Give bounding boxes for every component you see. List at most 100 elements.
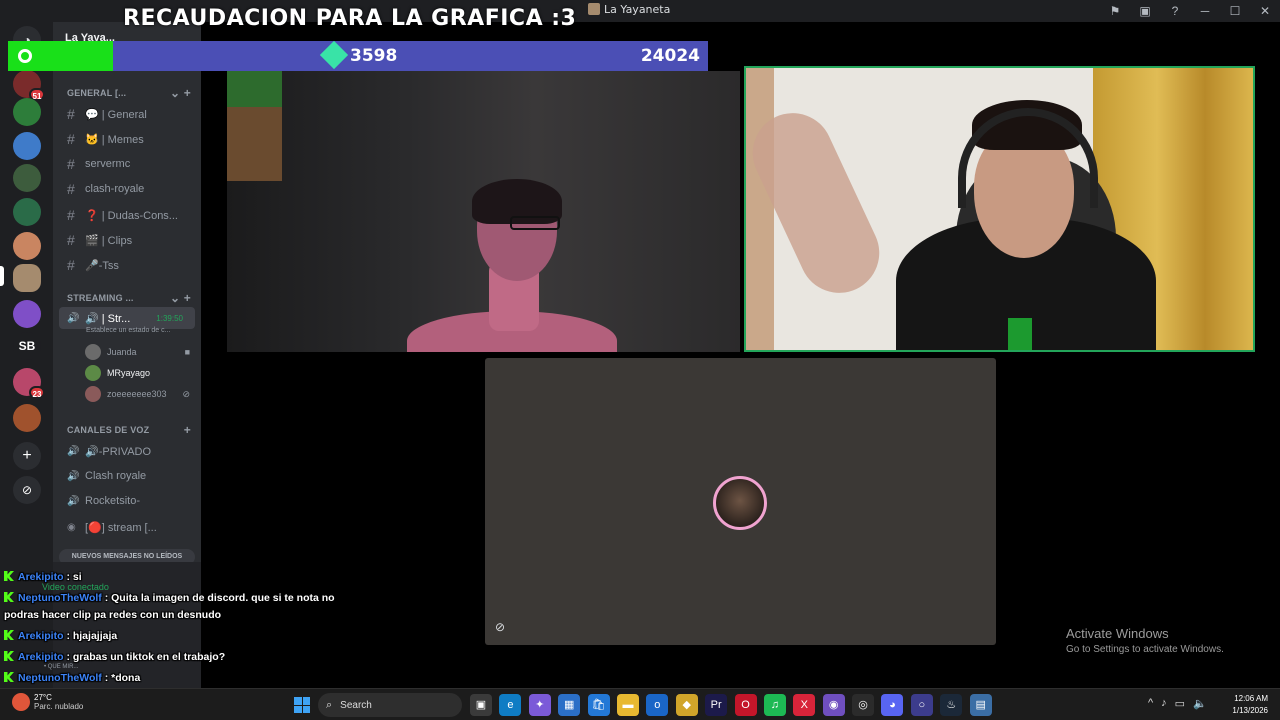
task-view-icon-glyph: ▣ — [475, 699, 487, 711]
video-tile-juanda[interactable] — [227, 71, 740, 352]
calendar-icon[interactable]: ▦ — [558, 694, 581, 716]
calculator-icon[interactable]: ▤ — [969, 694, 992, 716]
clock-time: 12:06 AM — [1234, 694, 1268, 703]
screen-icon[interactable]: ▣ — [1130, 4, 1160, 18]
window-title: La Yayaneta — [588, 3, 670, 16]
folder-icon[interactable]: ▬ — [616, 694, 639, 716]
server-icon[interactable]: 51 — [13, 70, 45, 101]
discord-icon-glyph: ◕ — [889, 699, 896, 711]
store-icon[interactable]: 🛍 — [587, 694, 610, 716]
voice-member[interactable]: Juanda ■ — [85, 342, 190, 362]
server-icon[interactable] — [13, 198, 41, 226]
help-icon[interactable]: ? — [1160, 4, 1190, 18]
network-icon[interactable]: ▭ — [1175, 697, 1185, 710]
channel-clips[interactable]: # 🎬 | Clips — [59, 229, 195, 251]
voice-tile-avatar[interactable]: ⊘ — [485, 358, 996, 645]
server-folder[interactable] — [13, 404, 41, 432]
volume-icon[interactable]: 🔈 — [1193, 697, 1207, 710]
obs-icon[interactable]: ◎ — [852, 694, 875, 716]
camera-icon: ■ — [184, 347, 190, 357]
hash-icon: # — [67, 207, 75, 223]
discover-icon[interactable]: ⊘ — [13, 476, 41, 504]
hash-icon: # — [67, 257, 75, 273]
add-channel-icon[interactable]: ⌄ + — [170, 86, 191, 100]
channel-general[interactable]: # 💬 | General — [59, 103, 195, 125]
store-icon-glyph: 🛍 — [591, 699, 606, 711]
copilot-icon[interactable]: ✦ — [528, 694, 551, 716]
calculator-icon-glyph: ▤ — [975, 699, 986, 711]
game-icon[interactable]: ◉ — [822, 694, 845, 716]
server-icon[interactable] — [13, 232, 41, 260]
add-channel-icon[interactable]: + — [184, 423, 191, 437]
steam-icon[interactable]: ♨ — [940, 694, 963, 716]
avatar — [85, 365, 101, 381]
game-icon-glyph: ◉ — [828, 699, 839, 711]
system-tray: ^ ♪ ▭ 🔈 — [1148, 697, 1215, 710]
voice-status-hint[interactable]: Establece un estado de c... — [86, 327, 170, 334]
channel-servermc[interactable]: # servermc — [59, 153, 195, 175]
server-icon[interactable] — [13, 132, 41, 160]
chevron-up-icon[interactable]: ^ — [1148, 697, 1153, 710]
hash-icon: # — [67, 106, 75, 122]
goal-current: 3598 — [350, 46, 398, 66]
opera-icon[interactable]: O — [734, 694, 757, 716]
voice-member[interactable]: MRyayago — [85, 363, 190, 383]
voice-channel-clash-royale[interactable]: 🔊 Clash royale — [59, 465, 195, 487]
discord-icon[interactable]: ◕ — [881, 694, 904, 716]
background-poster — [227, 71, 282, 107]
inbox-icon[interactable]: ⚑ — [1100, 4, 1130, 18]
spotify-icon[interactable]: ♫ — [763, 694, 786, 716]
activate-windows-watermark: Activate Windows Go to Settings to activ… — [1066, 626, 1224, 655]
category-voice[interactable]: CANALES DE VOZ + — [67, 423, 191, 437]
xmind-icon[interactable]: X — [793, 694, 816, 716]
weather-widget[interactable]: 27°C Parc. nublado — [12, 693, 83, 711]
microphone — [1008, 318, 1032, 350]
minimize-button[interactable]: ─ — [1190, 4, 1220, 18]
voice-channel-rocketsito[interactable]: 🔊 Rocketsito- — [59, 490, 195, 512]
server-icon[interactable] — [13, 164, 41, 192]
voice-channel-stream-active[interactable]: 🔊 🔊 | Str... 1:39:50 — [59, 307, 195, 329]
category-general[interactable]: GENERAL [... ⌄ + — [67, 86, 191, 100]
server-icon-active[interactable] — [13, 264, 41, 292]
speaker-icon: 🔊 — [67, 312, 80, 324]
opera-icon-glyph: O — [741, 699, 750, 711]
stage-channel-stream[interactable]: ◉ [🔴] stream [... — [59, 516, 195, 538]
speaker-icon: 🔊 — [67, 495, 80, 507]
start-button[interactable] — [294, 697, 310, 713]
channel-clash-royale[interactable]: # clash-royale — [59, 178, 195, 200]
category-streaming[interactable]: STREAMING ... ⌄ + — [67, 291, 191, 305]
avatar — [85, 386, 101, 402]
server-icon[interactable] — [13, 300, 41, 328]
task-view-icon[interactable]: ▣ — [470, 694, 492, 716]
mic-icon[interactable]: ♪ — [1161, 697, 1167, 710]
hash-icon: # — [67, 131, 75, 147]
voice-member[interactable]: zoeeeeeee303 ⊘ — [85, 384, 190, 404]
spotify-icon-glyph: ♫ — [770, 699, 780, 711]
search-icon: ⌕ — [326, 698, 333, 711]
channel-tss[interactable]: # 🎤-Tss — [59, 254, 195, 276]
clock[interactable]: 12:06 AM 1/13/2026 — [1232, 693, 1268, 717]
weather-temp: 27°C — [34, 693, 52, 702]
taskbar: 27°C Parc. nublado ⌕ Search ▣ e ✦ ▦ 🛍 ▬ o ◆ Pr O ♫ X… — [0, 688, 1280, 720]
maximize-button[interactable]: ☐ — [1220, 4, 1250, 18]
channel-dudas[interactable]: # ❓ | Dudas-Cons... — [59, 204, 195, 226]
outlook-icon[interactable]: o — [646, 694, 669, 716]
notification-badge: 23 — [29, 386, 45, 399]
kick-badge-icon — [4, 672, 14, 682]
clock-date: 1/13/2026 — [1232, 706, 1268, 715]
add-server-button[interactable]: + — [13, 442, 41, 470]
premiere-icon[interactable]: Pr — [705, 694, 728, 716]
channel-memes[interactable]: # 🐱 | Memes — [59, 128, 195, 150]
video-tile-speaking[interactable] — [744, 66, 1255, 352]
voice-channel-privado[interactable]: 🔊 🔊-PRIVADO — [59, 440, 195, 462]
taskbar-search[interactable]: ⌕ Search — [318, 693, 462, 717]
server-icon[interactable] — [13, 98, 41, 126]
edge-icon[interactable]: e — [499, 694, 522, 716]
background-wall — [746, 68, 774, 350]
server-icon[interactable]: SB — [13, 332, 41, 360]
layers-icon[interactable]: ◆ — [675, 694, 698, 716]
add-channel-icon[interactable]: ⌄ + — [170, 291, 191, 305]
server-folder[interactable]: 23 — [13, 368, 45, 399]
circle-app-icon[interactable]: ○ — [910, 694, 933, 716]
close-button[interactable]: ✕ — [1250, 4, 1280, 18]
